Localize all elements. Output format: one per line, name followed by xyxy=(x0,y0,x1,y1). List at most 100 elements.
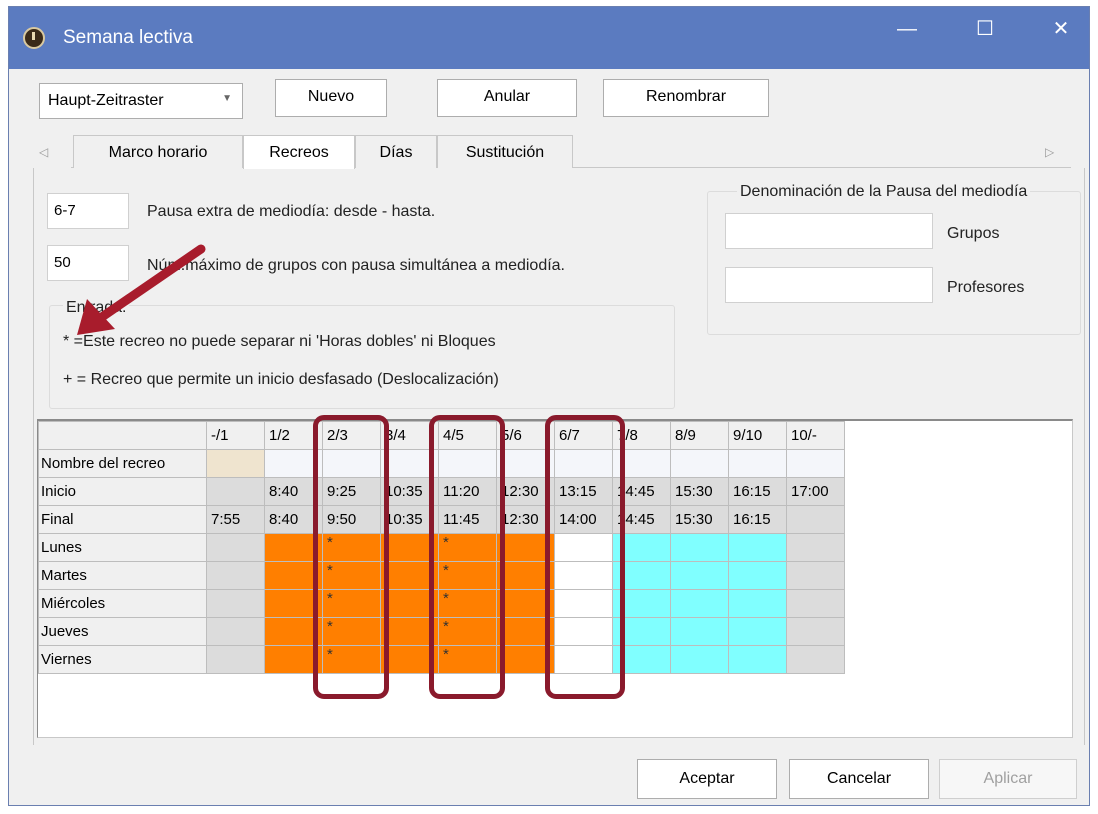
grid-cell[interactable] xyxy=(786,617,845,646)
grid-cell[interactable] xyxy=(612,449,671,478)
extra-pause-input[interactable]: 6-7 xyxy=(47,193,129,229)
grid-cell[interactable]: 8:40 xyxy=(264,505,323,534)
grid-cell[interactable] xyxy=(786,645,845,674)
grid-cell[interactable]: 11:45 xyxy=(438,505,497,534)
grid-cell[interactable]: * xyxy=(438,645,497,674)
grid-cell[interactable]: 8:40 xyxy=(264,477,323,506)
grid-cell[interactable] xyxy=(786,505,845,534)
rename-button[interactable]: Renombrar xyxy=(603,79,769,117)
grid-cell[interactable] xyxy=(554,589,613,618)
column-header[interactable]: 10/- xyxy=(786,421,845,450)
grid-cell[interactable] xyxy=(264,533,323,562)
grid-cell[interactable] xyxy=(264,449,323,478)
grid-cell[interactable] xyxy=(264,617,323,646)
grid-cell[interactable] xyxy=(670,617,729,646)
grid-cell[interactable] xyxy=(612,589,671,618)
grid-cell[interactable] xyxy=(206,449,265,478)
grid-cell[interactable]: 16:15 xyxy=(728,477,787,506)
grid-cell[interactable] xyxy=(554,617,613,646)
grid-cell[interactable] xyxy=(496,449,555,478)
tab-sustitucion[interactable]: Sustitución xyxy=(437,135,573,168)
accept-button[interactable]: Aceptar xyxy=(637,759,777,799)
grid-cell[interactable] xyxy=(728,645,787,674)
tab-scroll-right-icon[interactable]: ▷ xyxy=(1045,145,1054,159)
grid-cell[interactable]: * xyxy=(438,533,497,562)
grid-cell[interactable] xyxy=(380,561,439,590)
grid-cell[interactable] xyxy=(496,589,555,618)
grid-cell[interactable]: * xyxy=(322,533,381,562)
grid-cell[interactable]: 16:15 xyxy=(728,505,787,534)
grid-cell[interactable] xyxy=(786,533,845,562)
grid-cell[interactable] xyxy=(496,533,555,562)
grid-cell[interactable]: * xyxy=(322,561,381,590)
grid-cell[interactable]: 11:20 xyxy=(438,477,497,506)
grid-cell[interactable] xyxy=(322,449,381,478)
grid-cell[interactable] xyxy=(554,561,613,590)
grid-cell[interactable] xyxy=(670,449,729,478)
tab-marco-horario[interactable]: Marco horario xyxy=(73,135,243,168)
grid-cell[interactable] xyxy=(786,589,845,618)
minimize-button[interactable]: — xyxy=(877,15,937,43)
cancel-schedule-button[interactable]: Anular xyxy=(437,79,577,117)
grid-cell[interactable]: 7:55 xyxy=(206,505,265,534)
new-button[interactable]: Nuevo xyxy=(275,79,387,117)
grid-cell[interactable]: * xyxy=(438,589,497,618)
grid-cell[interactable] xyxy=(670,533,729,562)
apply-button[interactable]: Aplicar xyxy=(939,759,1077,799)
maximize-button[interactable]: ☐ xyxy=(955,15,1015,43)
column-header[interactable]: 9/10 xyxy=(728,421,787,450)
grid-cell[interactable] xyxy=(670,645,729,674)
grid-cell[interactable]: 13:15 xyxy=(554,477,613,506)
close-button[interactable]: ✕ xyxy=(1031,15,1091,43)
grid-cell[interactable] xyxy=(786,561,845,590)
column-header[interactable]: 5/6 xyxy=(496,421,555,450)
grid-cell[interactable] xyxy=(554,645,613,674)
grid-cell[interactable] xyxy=(380,645,439,674)
grid-cell[interactable] xyxy=(728,533,787,562)
grid-cell[interactable] xyxy=(380,617,439,646)
grid-cell[interactable] xyxy=(612,561,671,590)
tab-dias[interactable]: Días xyxy=(355,135,437,168)
grid-cell[interactable] xyxy=(380,589,439,618)
tab-recreos[interactable]: Recreos xyxy=(243,135,355,169)
schedule-select[interactable]: Haupt-Zeitraster ▼ xyxy=(39,83,243,119)
groups-name-input[interactable] xyxy=(725,213,933,249)
grid-cell[interactable] xyxy=(496,645,555,674)
grid-cell[interactable] xyxy=(264,589,323,618)
grid-cell[interactable]: 10:35 xyxy=(380,505,439,534)
grid-cell[interactable] xyxy=(612,617,671,646)
grid-cell[interactable] xyxy=(496,617,555,646)
grid-cell[interactable] xyxy=(670,561,729,590)
grid-cell[interactable] xyxy=(264,561,323,590)
grid-cell[interactable]: 15:30 xyxy=(670,505,729,534)
column-header[interactable]: -/1 xyxy=(206,421,265,450)
grid-cell[interactable]: * xyxy=(322,645,381,674)
column-header[interactable]: 1/2 xyxy=(264,421,323,450)
grid-cell[interactable] xyxy=(554,449,613,478)
grid-cell[interactable] xyxy=(438,449,497,478)
grid-cell[interactable]: 10:35 xyxy=(380,477,439,506)
grid-cell[interactable] xyxy=(728,589,787,618)
cancel-button[interactable]: Cancelar xyxy=(789,759,929,799)
grid-cell[interactable] xyxy=(206,645,265,674)
grid-cell[interactable] xyxy=(496,561,555,590)
teachers-name-input[interactable] xyxy=(725,267,933,303)
grid-cell[interactable] xyxy=(380,449,439,478)
grid-cell[interactable] xyxy=(380,533,439,562)
grid-cell[interactable] xyxy=(786,449,845,478)
grid-cell[interactable]: * xyxy=(438,561,497,590)
grid-cell[interactable]: 12:30 xyxy=(496,477,555,506)
grid-cell[interactable] xyxy=(728,449,787,478)
grid-cell[interactable] xyxy=(206,589,265,618)
grid-cell[interactable] xyxy=(264,645,323,674)
column-header[interactable]: 2/3 xyxy=(322,421,381,450)
grid-cell[interactable]: 14:00 xyxy=(554,505,613,534)
grid-cell[interactable]: * xyxy=(322,617,381,646)
grid-cell[interactable] xyxy=(728,561,787,590)
grid-cell[interactable]: * xyxy=(322,589,381,618)
grid-cell[interactable] xyxy=(728,617,787,646)
grid-cell[interactable]: 15:30 xyxy=(670,477,729,506)
grid-cell[interactable]: 9:25 xyxy=(322,477,381,506)
column-header[interactable]: 7/8 xyxy=(612,421,671,450)
grid-cell[interactable]: * xyxy=(438,617,497,646)
